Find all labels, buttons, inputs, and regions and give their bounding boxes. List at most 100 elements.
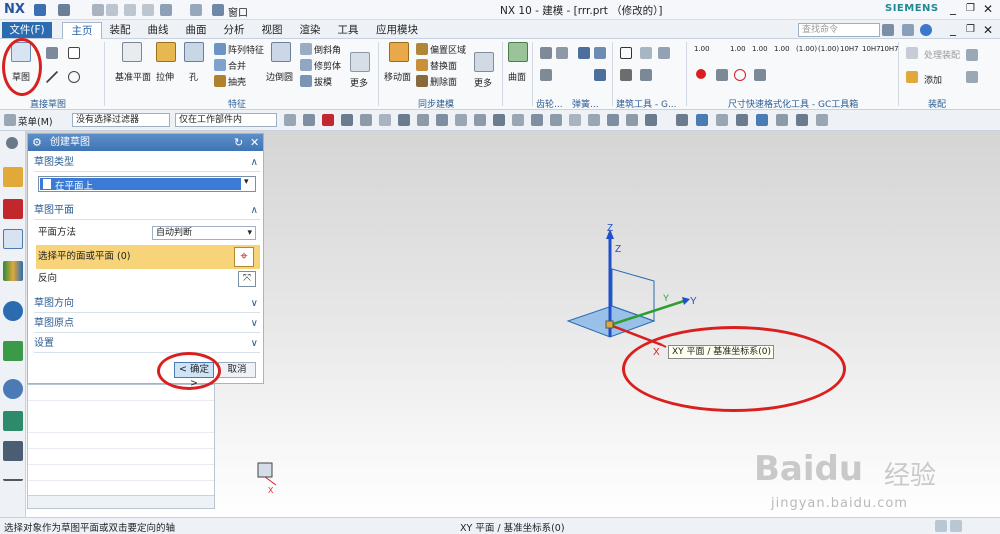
- tab-assembly[interactable]: 装配: [104, 22, 136, 38]
- move-face-button[interactable]: 移动面: [382, 42, 416, 90]
- gear-tool-3-icon[interactable]: [540, 69, 552, 81]
- section-sketch-type[interactable]: 草图类型 ∧: [34, 154, 260, 172]
- tab-analysis[interactable]: 分析: [218, 22, 250, 38]
- replace-face-label[interactable]: 替换面: [430, 59, 457, 72]
- cut-icon[interactable]: [106, 4, 118, 16]
- spring-2-icon[interactable]: [594, 47, 606, 59]
- copy-icon[interactable]: [124, 4, 136, 16]
- view-tool-icon[interactable]: [796, 114, 808, 126]
- chevron-up-icon[interactable]: ∧: [251, 154, 258, 172]
- undo-icon[interactable]: [58, 4, 70, 16]
- snap-point-icon[interactable]: [417, 114, 429, 126]
- snap-point-icon[interactable]: [360, 114, 372, 126]
- command-search-input[interactable]: 查找命令: [798, 23, 880, 37]
- view-tool-icon[interactable]: [676, 114, 688, 126]
- assembly-tool-2-icon[interactable]: [966, 71, 978, 83]
- snap-point-icon[interactable]: [303, 114, 315, 126]
- cancel-button[interactable]: 取消: [218, 362, 256, 378]
- assembly-navigator-icon[interactable]: [3, 167, 23, 187]
- file-menu[interactable]: 文件(F): [2, 22, 52, 38]
- profile-icon[interactable]: [46, 47, 58, 59]
- datum-plane-button[interactable]: 基准平面: [112, 42, 152, 90]
- snap-point-icon[interactable]: [322, 114, 334, 126]
- chevron-down-icon[interactable]: ∨: [251, 335, 258, 353]
- dim-tool-7[interactable]: 10H7: [840, 45, 859, 53]
- history-icon[interactable]: [3, 341, 23, 361]
- snap-point-icon[interactable]: [379, 114, 391, 126]
- restore-icon[interactable]: ❐: [966, 3, 975, 14]
- snap-point-icon[interactable]: [284, 114, 296, 126]
- make-asm-icon[interactable]: [906, 47, 918, 59]
- view-tool-icon[interactable]: [816, 114, 828, 126]
- reverse-direction-icon[interactable]: ⤧: [238, 271, 256, 287]
- add-component-label[interactable]: 添加: [924, 73, 942, 86]
- dim-tool-9[interactable]: 10H7: [880, 45, 899, 53]
- offset-region-icon[interactable]: [416, 43, 428, 55]
- view-tool-icon[interactable]: [776, 114, 788, 126]
- select-plane-row[interactable]: 选择平的面或平面 (0) ⌖: [36, 245, 260, 269]
- assembly-tool-icon[interactable]: [966, 49, 978, 61]
- dim-tool-6[interactable]: (1.00): [818, 45, 839, 53]
- scope-dropdown[interactable]: 仅在工作部件内: [175, 113, 277, 127]
- more-sync-button[interactable]: 更多: [470, 42, 498, 90]
- offset-region-label[interactable]: 偏置区域: [430, 43, 466, 56]
- search-icon[interactable]: [882, 24, 894, 36]
- snap-point-icon[interactable]: [455, 114, 467, 126]
- snap-point-icon[interactable]: [569, 114, 581, 126]
- view-tool-icon[interactable]: [756, 114, 768, 126]
- gear-tool-2-icon[interactable]: [556, 47, 568, 59]
- snap-point-icon[interactable]: [436, 114, 448, 126]
- origin-point[interactable]: [605, 320, 614, 329]
- constraint-navigator-icon[interactable]: [3, 199, 23, 219]
- gear-tool-icon[interactable]: [540, 47, 552, 59]
- trim-body-icon[interactable]: [300, 59, 312, 71]
- window-menu[interactable]: 窗口: [228, 4, 248, 19]
- rectangle-icon[interactable]: [68, 47, 80, 59]
- touch-mode-icon[interactable]: [190, 4, 202, 16]
- status-icon-2[interactable]: [950, 520, 962, 532]
- snap-point-icon[interactable]: [493, 114, 505, 126]
- view-tool-icon[interactable]: [696, 114, 708, 126]
- process-studio-icon[interactable]: [3, 441, 23, 461]
- snap-point-icon[interactable]: [512, 114, 524, 126]
- ribbon-options-icon[interactable]: [902, 24, 914, 36]
- dialog-close-icon[interactable]: ✕: [250, 134, 259, 151]
- extrude-button[interactable]: 拉伸: [152, 42, 180, 90]
- dim-tool-4[interactable]: 1.00: [774, 45, 790, 53]
- system-material-icon[interactable]: [3, 411, 23, 431]
- snap-point-icon[interactable]: [626, 114, 638, 126]
- doc-close-icon[interactable]: ✕: [983, 23, 993, 37]
- repeat-command-icon[interactable]: [160, 4, 172, 16]
- dim-tool-11-icon[interactable]: [716, 69, 728, 81]
- more-feature-button[interactable]: 更多: [346, 42, 374, 90]
- section-settings[interactable]: 设置 ∨: [34, 335, 260, 353]
- building-tool-5-icon[interactable]: [640, 69, 652, 81]
- surface-button[interactable]: 曲面: [506, 42, 530, 90]
- dim-tool-13-icon[interactable]: [754, 69, 766, 81]
- spring-3-icon[interactable]: [594, 69, 606, 81]
- chamfer-label[interactable]: 倒斜角: [314, 43, 341, 56]
- dim-tool-1[interactable]: 1.00: [694, 45, 710, 53]
- tab-curve[interactable]: 曲线: [142, 22, 174, 38]
- triangle-tool-icon[interactable]: [620, 47, 632, 59]
- horizontal-scrollbar[interactable]: [28, 495, 214, 508]
- snap-point-icon[interactable]: [588, 114, 600, 126]
- dim-tool-8[interactable]: 10H7: [862, 45, 881, 53]
- chevron-down-icon[interactable]: ∨: [251, 315, 258, 333]
- snap-point-icon[interactable]: [341, 114, 353, 126]
- chevron-up-icon[interactable]: ∧: [251, 202, 258, 220]
- menu-icon[interactable]: [4, 114, 16, 126]
- replace-face-icon[interactable]: [416, 59, 428, 71]
- dim-tool-3[interactable]: 1.00: [752, 45, 768, 53]
- array-feature-icon[interactable]: [214, 43, 226, 55]
- tab-tools[interactable]: 工具: [332, 22, 364, 38]
- section-sketch-orientation[interactable]: 草图方向 ∨: [34, 295, 260, 313]
- delete-face-label[interactable]: 删除面: [430, 75, 457, 88]
- building-tool-3-icon[interactable]: [658, 47, 670, 59]
- line-icon[interactable]: [46, 71, 58, 83]
- draft-icon[interactable]: [300, 75, 312, 87]
- paste-icon[interactable]: [142, 4, 154, 16]
- make-asm-label[interactable]: 处理装配: [924, 48, 960, 61]
- dialog-gear-icon[interactable]: ⚙: [32, 134, 42, 151]
- tab-surface[interactable]: 曲面: [180, 22, 212, 38]
